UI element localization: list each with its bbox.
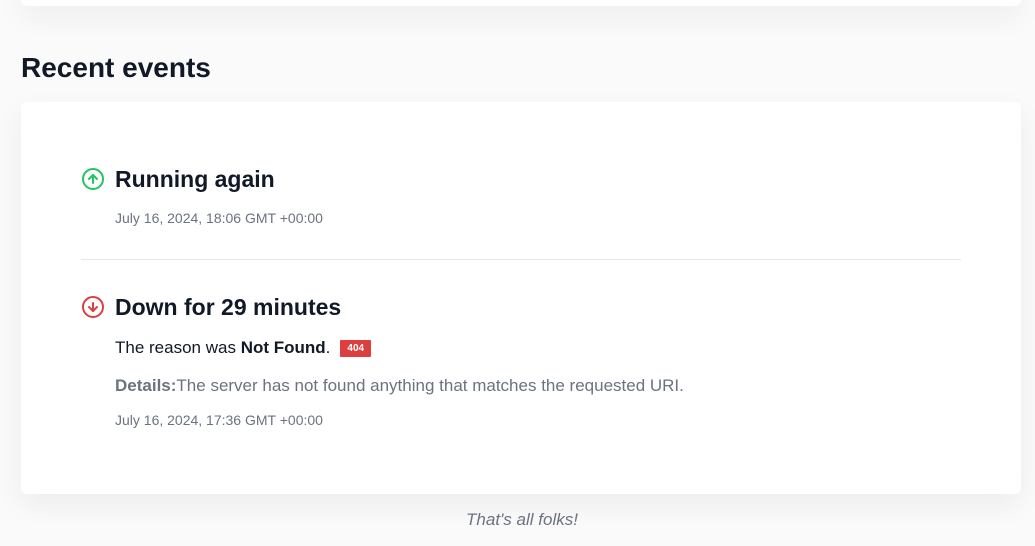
event-details: Details:The server has not found anythin… (115, 376, 961, 396)
status-code-badge: 404 (340, 339, 372, 357)
status-summary-card (21, 0, 1021, 6)
arrow-up-circle-icon (81, 167, 105, 191)
events-card: Running again July 16, 2024, 18:06 GMT +… (21, 102, 1021, 494)
event-header: Running again (81, 164, 961, 194)
event-title: Down for 29 minutes (115, 293, 342, 320)
reason-text: Not Found (240, 338, 326, 357)
reason-suffix: . (325, 338, 331, 357)
event-body: The reason was Not Found . 404 Details:T… (115, 338, 961, 428)
event-timestamp: July 16, 2024, 18:06 GMT +00:00 (115, 210, 323, 226)
event-title: Running again (115, 165, 275, 192)
arrow-down-circle-icon (81, 295, 105, 319)
event-timestamp: July 16, 2024, 17:36 GMT +00:00 (115, 412, 323, 428)
details-label: Details: (115, 376, 177, 395)
footer-note: That's all folks! (466, 510, 578, 529)
event-item-up: Running again July 16, 2024, 18:06 GMT +… (81, 164, 961, 226)
event-header: Down for 29 minutes (81, 292, 961, 322)
event-item-down: Down for 29 minutes The reason was Not F… (81, 292, 961, 428)
event-reason: The reason was Not Found . 404 (115, 338, 961, 358)
event-body: July 16, 2024, 18:06 GMT +00:00 (115, 210, 961, 226)
reason-prefix: The reason was (115, 338, 241, 357)
divider (81, 259, 961, 260)
details-text: The server has not found anything that m… (176, 376, 684, 395)
section-title: Recent events (21, 52, 211, 83)
